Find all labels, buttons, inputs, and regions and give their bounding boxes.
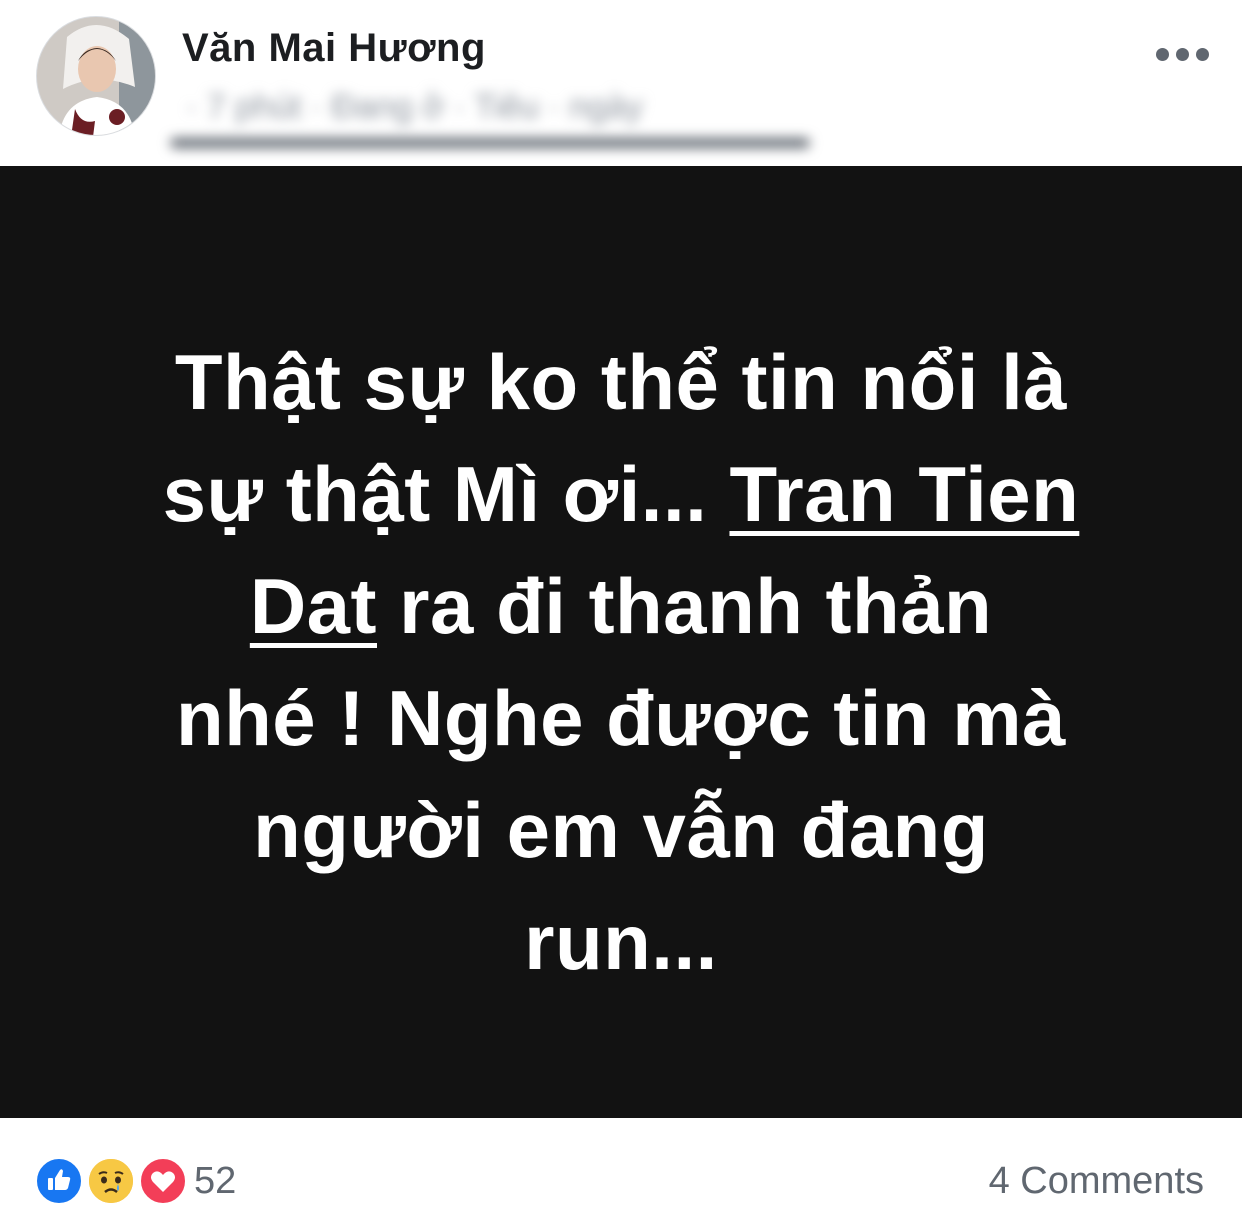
like-icon [34, 1156, 84, 1206]
status-line: run... [524, 898, 718, 986]
status-line: Thật sự ko thể tin nổi là [174, 338, 1068, 426]
status-line: người em vẫn đang [253, 786, 989, 874]
post-meta-blurred: · 7 phút · Đang ở · Tiêu · ngày [160, 82, 810, 154]
status-text-segment: ra đi thanh thản [377, 562, 993, 650]
more-horizontal-icon [1156, 48, 1169, 61]
mention-link[interactable]: Tran Tien [729, 450, 1079, 538]
post-meta-underline [170, 138, 810, 148]
post-header: Văn Mai Hương · 7 phút · Đang ở · Tiêu ·… [0, 0, 1242, 166]
post-meta-text: · 7 phút · Đang ở · Tiêu · ngày [186, 88, 643, 126]
love-icon [138, 1156, 188, 1206]
status-text-segment: sự thật Mì ơi... [162, 450, 730, 538]
more-options-button[interactable] [1152, 40, 1212, 70]
more-horizontal-icon [1176, 48, 1189, 61]
more-horizontal-icon [1196, 48, 1209, 61]
sad-icon [86, 1156, 136, 1206]
status-line: sự thật Mì ơi... Tran Tien [50, 438, 1192, 550]
reactions-summary[interactable] [34, 1156, 194, 1206]
mention-link[interactable]: Dat [250, 562, 377, 650]
post-footer: 52 4 Comments [0, 1118, 1242, 1224]
author-avatar[interactable] [36, 16, 156, 136]
author-name[interactable]: Văn Mai Hương [182, 26, 486, 71]
comments-link[interactable]: 4 Comments [989, 1160, 1204, 1203]
status-text: Thật sự ko thể tin nổi là sự thật Mì ơi.… [50, 326, 1192, 998]
status-background: Thật sự ko thể tin nổi là sự thật Mì ơi.… [0, 166, 1242, 1118]
status-line: nhé ! Nghe được tin mà [176, 674, 1066, 762]
reaction-count[interactable]: 52 [194, 1160, 236, 1203]
status-line: Dat ra đi thanh thản [50, 550, 1192, 662]
